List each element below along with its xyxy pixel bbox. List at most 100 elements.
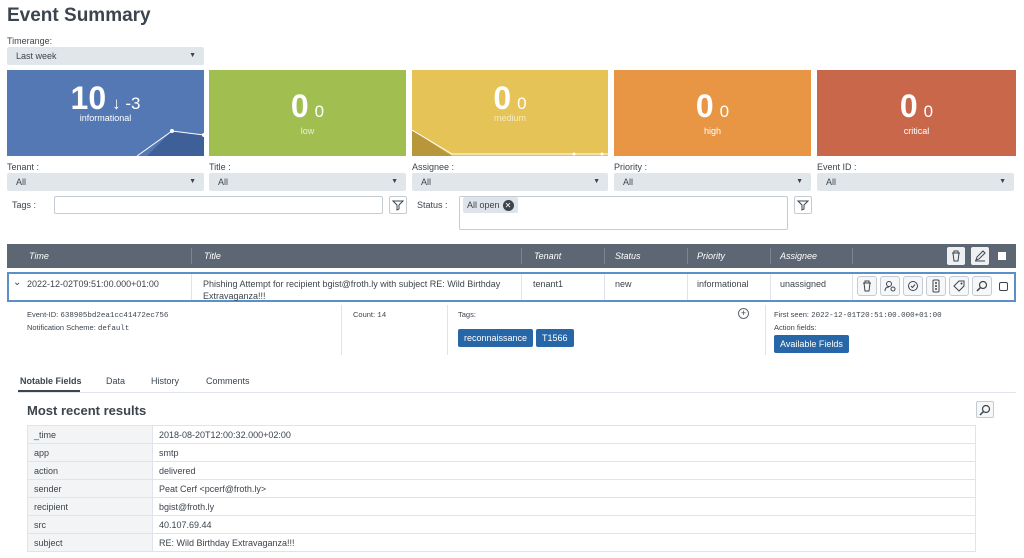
title-filter-label: Title : [209,162,231,172]
table-row[interactable]: ⌄ 2022-12-02T09:51:00.000+01:00 Phishing… [7,272,1016,302]
row-checkbox[interactable] [999,282,1008,291]
col-status[interactable]: Status [615,251,641,261]
tile-informational[interactable]: 10 ↓ -3 informational [7,70,204,156]
event-id-detail: Event-ID: 638905bd2ea1cc41472ec756 [27,310,168,320]
row-status: new [615,279,632,289]
results-title: Most recent results [27,403,147,418]
tabs-divider [18,392,1016,393]
filter-icon [797,200,809,211]
first-seen-value: 2022-12-01T20:51:00.000+01:00 [811,312,942,320]
status-filter-button[interactable] [794,196,812,214]
tile-count: 10 [70,80,107,116]
timerange-value: Last week [16,51,57,61]
detail-divider [765,305,766,355]
tile-low[interactable]: 00 low [209,70,406,156]
tile-delta: 0 [923,102,934,121]
tag-chip[interactable]: reconnaissance [458,329,534,347]
tile-high[interactable]: 00 high [614,70,811,156]
count-value: 14 [377,312,387,320]
assignee-dropdown[interactable]: All ▼ [412,173,608,191]
row-tenant: tenant1 [533,279,564,289]
col-assignee[interactable]: Assignee [780,251,817,261]
results-table: _time 2018-08-20T12:00:32.000+02:00 app sm… [27,425,976,552]
row-assignee: unassigned [780,279,827,289]
tile-critical[interactable]: 00 critical [817,70,1016,156]
tile-medium[interactable]: 00 medium [412,70,608,156]
tile-count: 0 [899,88,918,124]
title-dropdown[interactable]: All ▼ [209,173,406,191]
col-tenant[interactable]: Tenant [534,251,561,261]
detail-divider [341,305,342,355]
tag-icon [953,280,965,292]
field-value: 40.107.69.44 [152,515,976,534]
tags-label: Tags : [12,200,37,210]
table-row: _time 2018-08-20T12:00:32.000+02:00 [27,425,976,444]
tile-count: 0 [695,88,714,124]
table-row: src 40.107.69.44 [27,515,976,534]
notification-scheme-label: Notification Scheme: [27,323,96,332]
search-event-button[interactable] [972,276,992,296]
first-seen-detail: First seen: 2022-12-01T20:51:00.000+01:0… [774,310,942,320]
tab-notable-fields[interactable]: Notable Fields [20,376,82,386]
event-id-detail-label: Event-ID: [27,310,59,319]
open-search-button[interactable] [976,401,994,418]
detail-divider [447,305,448,355]
event-id-dropdown[interactable]: All ▼ [817,173,1014,191]
tile-label: informational [79,113,132,123]
change-priority-button[interactable] [926,276,946,296]
search-icon [976,280,988,292]
tenant-dropdown[interactable]: All ▼ [7,173,204,191]
tags-input[interactable] [54,196,383,214]
tag-event-button[interactable] [949,276,969,296]
priority-dropdown[interactable]: All ▼ [614,173,811,191]
field-value: smtp [152,443,976,462]
table-row: action delivered [27,461,976,480]
caret-down-icon: ▼ [593,178,600,185]
trash-icon [863,280,871,292]
available-fields-button[interactable]: Available Fields [774,335,849,353]
change-status-button[interactable] [903,276,923,296]
page-title: Event Summary [7,5,151,26]
col-priority[interactable]: Priority [697,251,725,261]
add-tag-icon[interactable]: + [738,308,749,319]
delete-event-button[interactable] [857,276,877,296]
select-all-checkbox[interactable] [998,252,1006,260]
tab-data[interactable]: Data [106,376,125,386]
col-title[interactable]: Title [204,251,221,261]
edit-icon [975,250,986,262]
tags-filter-button[interactable] [389,196,407,214]
field-name: recipient [27,497,153,516]
bulk-edit-button[interactable] [971,247,989,265]
event-id-detail-value: 638905bd2ea1cc41472ec756 [60,312,169,320]
search-icon [979,404,991,416]
field-name: src [27,515,153,534]
status-label: Status : [417,200,448,210]
remove-chip-icon[interactable]: ✕ [502,200,514,212]
table-row: sender Peat Cerf <pcerf@froth.ly> [27,479,976,498]
field-value: bgist@froth.ly [152,497,976,516]
tag-chip[interactable]: T1566 [536,329,574,347]
assignee-value: All [421,177,432,187]
tile-count: 0 [493,80,512,116]
tab-history[interactable]: History [151,376,179,386]
tenant-value: All [16,177,27,187]
col-time[interactable]: Time [29,251,49,261]
row-title: Phishing Attempt for recipient bgist@fro… [203,279,501,301]
bulk-delete-button[interactable] [947,247,965,265]
expand-chevron-icon[interactable]: ⌄ [13,277,21,289]
row-time: 2022-12-02T09:51:00.000+01:00 [27,279,159,289]
tab-comments[interactable]: Comments [206,376,250,386]
assign-user-button[interactable] [880,276,900,296]
count-detail: Count: 14 [353,310,386,320]
table-row: app smtp [27,443,976,462]
timerange-label: Timerange: [7,36,53,46]
timerange-dropdown[interactable]: Last week ▼ [7,47,204,65]
row-priority: informational [697,279,749,289]
events-table-header: Time Title Tenant Status Priority Assign… [7,244,1016,268]
filter-icon [392,200,404,211]
count-label: Count: [353,310,376,319]
caret-down-icon: ▼ [999,178,1006,185]
notification-scheme-detail: Notification Scheme: default [27,323,129,333]
caret-down-icon: ▼ [391,178,398,185]
field-value: delivered [152,461,976,480]
